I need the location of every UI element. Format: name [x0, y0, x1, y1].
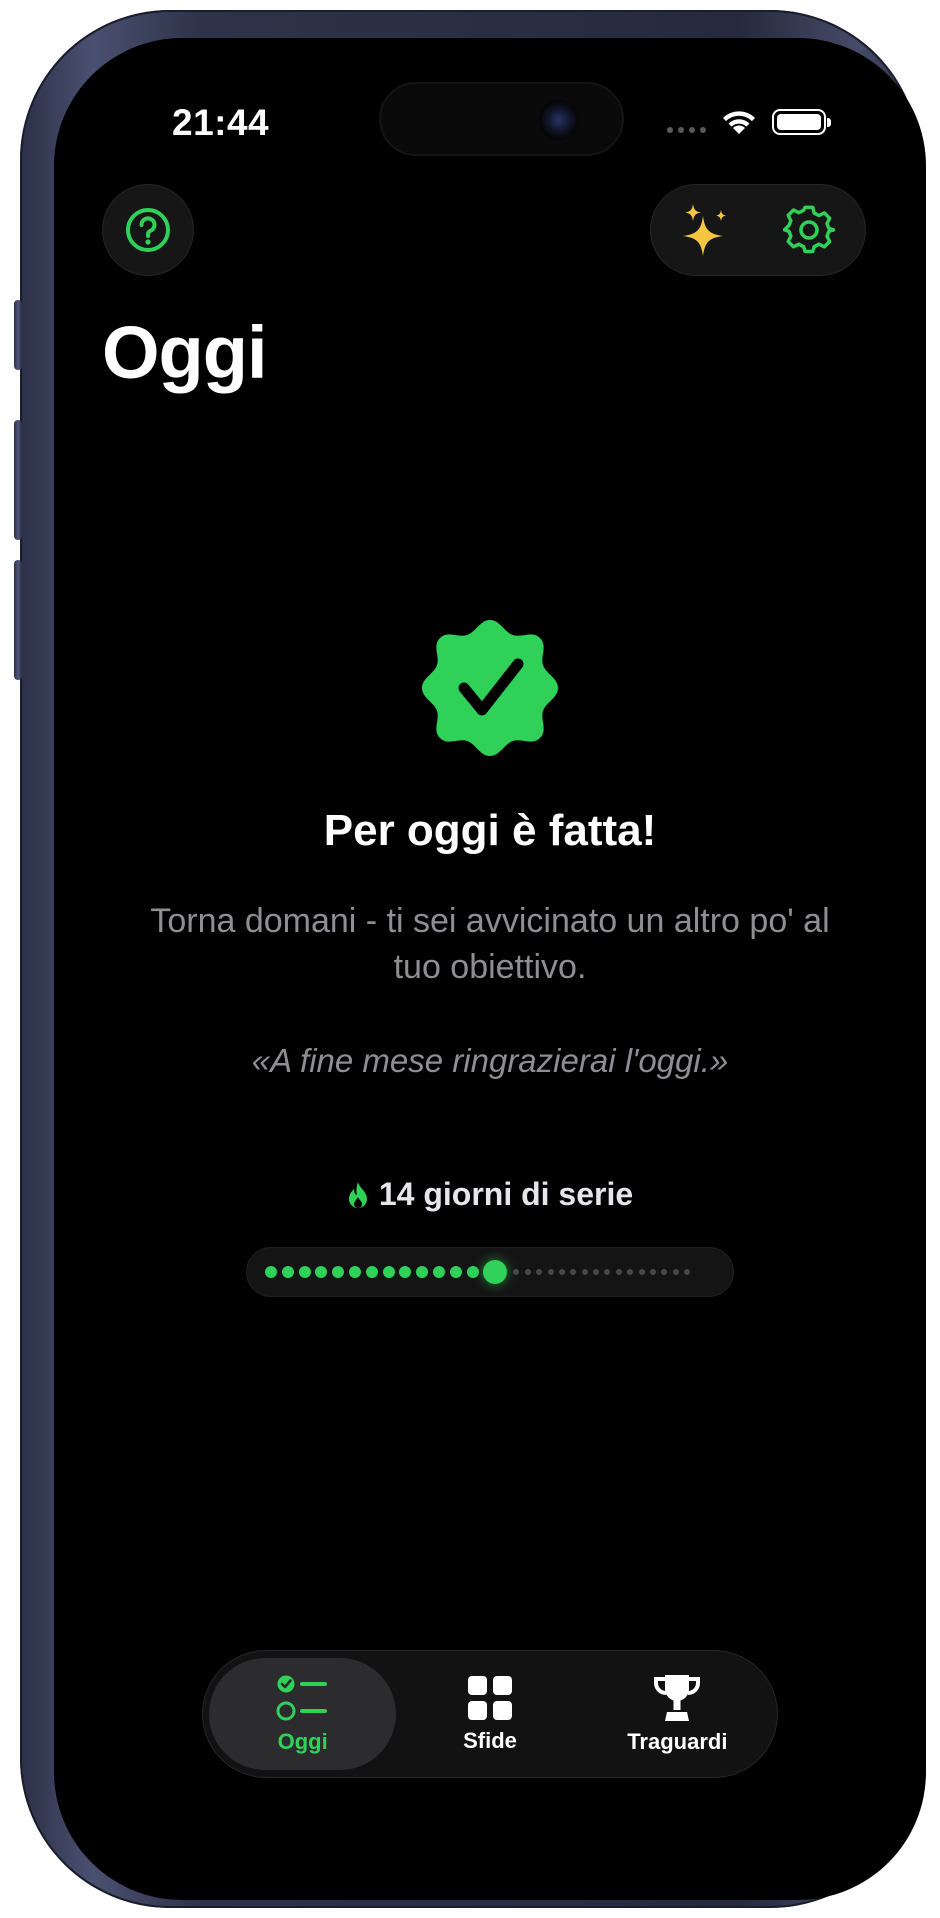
motivational-quote: «A fine mese ringrazierai l'oggi.» — [251, 1042, 729, 1079]
streak-dot-completed — [382, 1266, 395, 1278]
sparkles-icon[interactable] — [681, 202, 731, 258]
camera-icon — [539, 100, 579, 140]
streak-dot-future — [672, 1269, 679, 1275]
streak-dot-future — [604, 1269, 611, 1275]
streak-text: 14 giorni di serie — [378, 1176, 634, 1212]
streak-dot-completed — [466, 1266, 479, 1278]
screen: 21:44 Oggi Per oggi è fatta! Torna doman… — [54, 38, 926, 1900]
dynamic-island — [379, 82, 624, 156]
streak-dot-completed — [348, 1266, 361, 1278]
streak-label: 14 giorni di serie — [54, 1176, 926, 1213]
tab-traguardi[interactable]: Traguardi — [584, 1658, 771, 1770]
streak-dot-completed — [432, 1266, 445, 1278]
completion-title: Per oggi è fatta! — [323, 806, 657, 855]
streak-dot-future — [638, 1269, 645, 1275]
question-circle-icon — [126, 208, 170, 252]
streak-dot-completed — [332, 1266, 345, 1278]
volume-up-button — [14, 420, 22, 540]
streak-dot-completed — [416, 1266, 429, 1278]
action-button — [14, 300, 22, 370]
tab-label-traguardi: Traguardi — [627, 1729, 728, 1754]
trophy-icon — [654, 1675, 701, 1721]
status-time: 21:44 — [172, 102, 270, 143]
header-actions — [650, 184, 866, 276]
streak-dot-future — [650, 1269, 657, 1275]
tab-label-oggi: Oggi — [277, 1729, 328, 1754]
signal-icon — [667, 127, 706, 133]
status-icons — [667, 108, 831, 136]
streak-dot-future — [570, 1269, 577, 1275]
gear-icon[interactable] — [783, 204, 835, 256]
battery-icon — [772, 109, 831, 135]
streak-dot-future — [593, 1269, 600, 1275]
tab-oggi[interactable]: Oggi — [209, 1658, 397, 1770]
checkmark-seal-icon — [422, 620, 558, 756]
streak-dot-future — [524, 1269, 531, 1275]
streak-dot-completed — [449, 1266, 462, 1278]
wifi-icon — [723, 111, 755, 134]
streak-dot-future — [661, 1269, 668, 1275]
streak-dot-completed — [399, 1266, 412, 1278]
grid-icon — [467, 1676, 512, 1720]
streak-dot-future — [513, 1269, 520, 1275]
streak-dot-future — [684, 1269, 691, 1275]
streak-dot-future — [615, 1269, 622, 1275]
tab-label-sfide: Sfide — [463, 1728, 517, 1753]
tab-bar: Oggi Sfide Traguardi — [202, 1650, 778, 1778]
checklist-icon — [276, 1675, 327, 1721]
volume-down-button — [14, 560, 22, 680]
streak-dot-future — [627, 1269, 634, 1275]
completion-section: Per oggi è fatta! Torna domani - ti sei … — [54, 618, 926, 1297]
streak-dot-today — [483, 1260, 508, 1284]
streak-dot-completed — [298, 1266, 311, 1278]
streak-progress-bar — [246, 1247, 734, 1297]
tab-sfide[interactable]: Sfide — [396, 1658, 583, 1770]
streak-dot-completed — [315, 1266, 328, 1278]
page-title: Oggi — [102, 311, 268, 394]
streak-dot-future — [558, 1269, 565, 1275]
help-button[interactable] — [102, 184, 194, 276]
streak-dot-completed — [265, 1266, 277, 1278]
streak-dot-future — [581, 1269, 588, 1275]
streak-dot-future — [536, 1269, 543, 1275]
streak-dot-completed — [365, 1266, 378, 1278]
streak-dot-completed — [281, 1266, 294, 1278]
completion-subtitle: Torna domani - ti sei avvicinato un altr… — [150, 902, 830, 986]
streak-dot-future — [547, 1269, 554, 1275]
flame-icon — [348, 1181, 367, 1208]
phone-frame: 21:44 Oggi Per oggi è fatta! Torna doman… — [14, 10, 926, 1908]
